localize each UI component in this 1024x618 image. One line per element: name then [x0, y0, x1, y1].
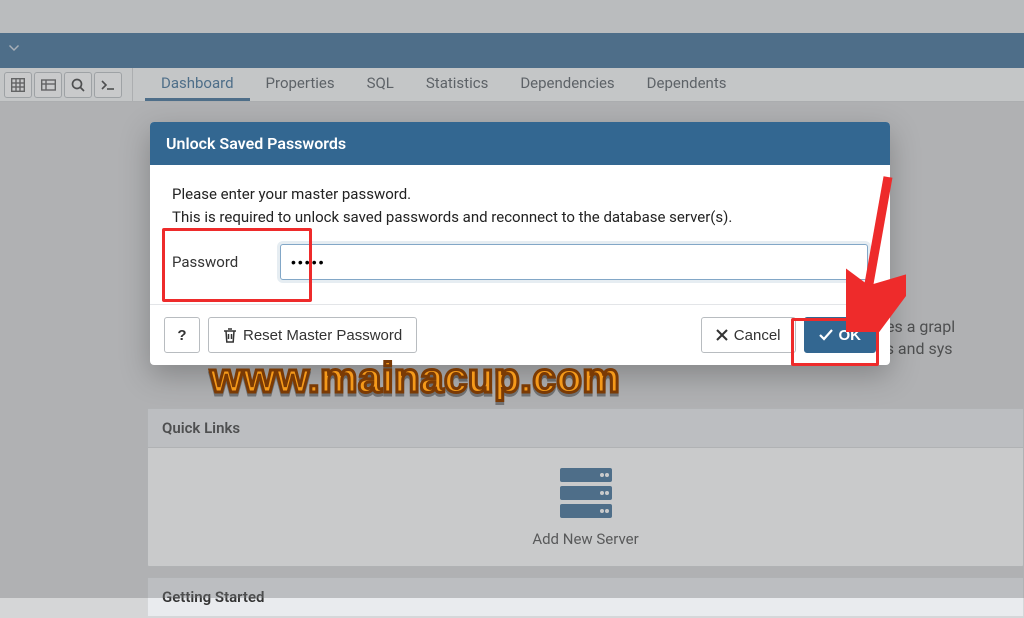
check-icon: [819, 329, 833, 341]
unlock-passwords-dialog: Unlock Saved Passwords Please enter your…: [150, 122, 890, 365]
password-input[interactable]: [280, 244, 868, 280]
reset-master-password-button[interactable]: Reset Master Password: [208, 317, 417, 353]
password-field-row: Password: [172, 244, 868, 280]
dialog-title: Unlock Saved Passwords: [150, 122, 890, 165]
trash-icon: [223, 328, 237, 343]
close-icon: [716, 329, 728, 341]
dialog-message-line2: This is required to unlock saved passwor…: [172, 208, 732, 226]
help-button[interactable]: ?: [164, 317, 200, 353]
cancel-button-label: Cancel: [734, 327, 781, 344]
dialog-message-line1: Please enter your master password.: [172, 185, 411, 203]
password-label: Password: [172, 253, 260, 271]
dialog-message: Please enter your master password. This …: [172, 183, 868, 228]
ok-button[interactable]: OK: [804, 317, 877, 353]
dialog-footer: ? Reset Master Password Cancel OK: [150, 304, 890, 365]
cancel-button[interactable]: Cancel: [701, 317, 796, 353]
ok-button-label: OK: [839, 327, 862, 344]
dialog-body: Please enter your master password. This …: [150, 165, 890, 304]
reset-button-label: Reset Master Password: [243, 327, 402, 344]
